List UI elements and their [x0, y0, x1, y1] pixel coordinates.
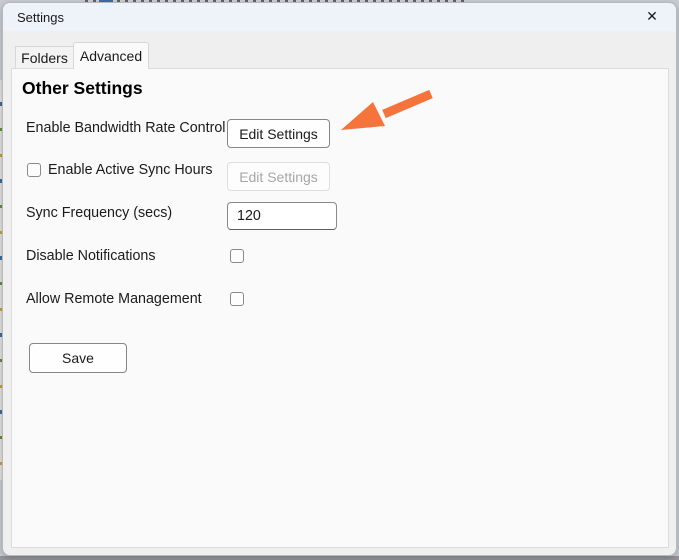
advanced-tab-panel: Other Settings Enable Bandwidth Rate Con… — [11, 68, 669, 548]
close-icon: ✕ — [646, 9, 658, 25]
active-sync-hours-label: Enable Active Sync Hours — [48, 155, 213, 185]
annotation-arrow-icon — [327, 84, 447, 139]
window-title: Settings — [17, 10, 64, 25]
bandwidth-rate-control-label: Enable Bandwidth Rate Control — [26, 113, 226, 143]
sync-frequency-label: Sync Frequency (secs) — [26, 198, 172, 228]
tab-advanced[interactable]: Advanced — [73, 42, 149, 69]
tab-folders-label: Folders — [21, 50, 68, 66]
disable-notifications-label: Disable Notifications — [26, 241, 156, 271]
active-sync-edit-settings-button: Edit Settings — [227, 162, 330, 191]
settings-dialog: Settings ✕ Folders Advanced Other Settin… — [2, 2, 677, 556]
allow-remote-management-checkbox[interactable] — [230, 292, 244, 306]
titlebar[interactable]: Settings ✕ — [3, 3, 676, 31]
allow-remote-management-label: Allow Remote Management — [26, 284, 202, 314]
section-heading: Other Settings — [22, 78, 143, 99]
bandwidth-edit-settings-button[interactable]: Edit Settings — [227, 119, 330, 148]
active-sync-hours-checkbox[interactable] — [27, 163, 41, 177]
tab-advanced-label: Advanced — [80, 48, 142, 64]
save-button[interactable]: Save — [29, 343, 127, 373]
disable-notifications-checkbox[interactable] — [230, 249, 244, 263]
background-bottom-strip — [0, 556, 679, 560]
tab-folders[interactable]: Folders — [15, 46, 73, 69]
close-button[interactable]: ✕ — [636, 4, 668, 30]
sync-frequency-input[interactable] — [227, 202, 337, 230]
